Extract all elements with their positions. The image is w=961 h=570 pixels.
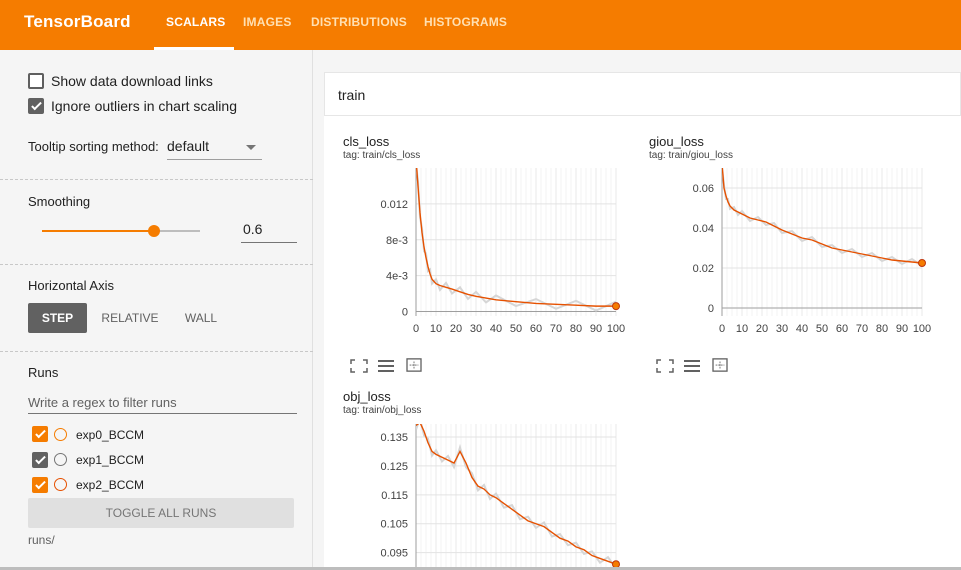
smoothing-slider-fill [42, 230, 154, 232]
tab-histograms[interactable]: HISTOGRAMS [424, 15, 507, 29]
runs-directory: runs/ [28, 533, 55, 547]
x-tick-label: 20 [756, 323, 768, 335]
run-name: exp1_BCCM [76, 453, 145, 467]
fit-domain-icon[interactable] [711, 358, 729, 372]
y-tick-label: 0.095 [380, 548, 408, 560]
horizontal-axis-label: Horizontal Axis [28, 278, 114, 293]
x-tick-label: 0 [413, 323, 419, 335]
x-tick-label: 10 [430, 323, 442, 335]
x-tick-label: 70 [550, 323, 562, 335]
y-tick-label: 4e-3 [386, 271, 408, 283]
y-tick-label: 0.06 [693, 183, 714, 195]
y-tick-label: 0.115 [381, 490, 408, 502]
run-color-swatch[interactable] [54, 478, 67, 491]
checkmark-icon [35, 427, 46, 439]
run-checkbox-exp2[interactable] [32, 477, 48, 493]
y-tick-label: 0.012 [380, 199, 408, 211]
smoothing-input[interactable]: 0.6 [241, 221, 297, 243]
chart-controls [656, 356, 736, 376]
axis-relative-button[interactable]: RELATIVE [98, 303, 162, 333]
checkmark-icon [31, 99, 42, 111]
y-tick-label: 8e-3 [386, 235, 408, 247]
fullscreen-icon[interactable] [656, 359, 674, 373]
x-tick-label: 60 [836, 323, 848, 335]
chart-title-cls-loss: cls_loss [343, 134, 390, 149]
x-tick-label: 20 [450, 323, 462, 335]
x-tick-label: 40 [490, 323, 502, 335]
checkmark-icon [35, 478, 46, 490]
show-download-label: Show data download links [51, 73, 213, 89]
main-panel: train cls_loss tag: train/cls_loss 0 4e-3… [314, 50, 961, 570]
y-tick-label: 0.04 [693, 223, 714, 235]
show-download-checkbox[interactable] [28, 73, 44, 89]
toggle-all-runs-button[interactable]: TOGGLE ALL RUNS [28, 498, 294, 528]
chart-title-obj-loss: obj_loss [343, 389, 391, 404]
obj-loss-chart[interactable]: 0.095 0.105 0.115 0.125 0.135 [338, 422, 638, 570]
fit-domain-icon[interactable] [405, 358, 423, 372]
section-divider [0, 179, 313, 180]
chart-controls [350, 356, 430, 376]
run-name: exp0_BCCM [76, 428, 145, 442]
x-tick-label: 40 [796, 323, 808, 335]
x-tick-label: 80 [570, 323, 582, 335]
chart-tag-giou-loss: tag: train/giou_loss [649, 150, 733, 161]
x-tick-label: 0 [719, 323, 725, 335]
axis-wall-button[interactable]: WALL [176, 303, 226, 333]
y-tick-label: 0.135 [380, 432, 408, 444]
run-color-swatch[interactable] [54, 453, 67, 466]
smoothing-label: Smoothing [28, 194, 91, 209]
x-tick-label: 100 [913, 323, 931, 335]
smoothing-slider-knob[interactable] [148, 225, 160, 237]
run-color-swatch[interactable] [54, 428, 67, 441]
x-tick-label: 50 [816, 323, 828, 335]
top-app-bar: TensorBoard SCALARS IMAGES DISTRIBUTIONS… [0, 0, 961, 50]
tooltip-sorting-label: Tooltip sorting method: [28, 139, 159, 154]
x-tick-label: 10 [736, 323, 748, 335]
y-tick-label: 0.02 [693, 263, 714, 275]
toggle-log-scale-icon[interactable] [377, 359, 395, 373]
chart-tag-obj-loss: tag: train/obj_loss [343, 405, 422, 416]
x-tick-label: 90 [590, 323, 602, 335]
run-checkbox-exp1[interactable] [32, 452, 48, 468]
y-tick-label: 0 [402, 307, 408, 319]
x-tick-label: 30 [470, 323, 482, 335]
x-tick-label: 100 [607, 323, 625, 335]
axis-step-button[interactable]: STEP [28, 303, 87, 333]
tab-scalars[interactable]: SCALARS [166, 15, 225, 29]
tag-group-title: train [338, 87, 366, 103]
tag-group-header[interactable]: train [324, 72, 961, 116]
giou-loss-chart[interactable]: 0 0.02 0.04 0.06 0 10 20 30 40 50 60 70 80 90 100 [644, 168, 944, 358]
y-tick-label: 0 [708, 303, 714, 315]
run-checkbox-exp0[interactable] [32, 426, 48, 442]
runs-filter-input[interactable]: Write a regex to filter runs [28, 392, 297, 414]
last-point-marker [918, 259, 926, 267]
tab-distributions[interactable]: DISTRIBUTIONS [311, 15, 407, 29]
x-tick-label: 60 [530, 323, 542, 335]
chart-title-giou-loss: giou_loss [649, 134, 704, 149]
app-title: TensorBoard [24, 12, 131, 31]
x-tick-label: 30 [776, 323, 788, 335]
sidebar: Show data download links Ignore outliers… [0, 50, 313, 570]
runs-label: Runs [28, 365, 59, 380]
x-tick-label: 80 [876, 323, 888, 335]
y-tick-label: 0.125 [380, 461, 408, 473]
ignore-outliers-checkbox[interactable] [28, 98, 44, 114]
chart-tag-cls-loss: tag: train/cls_loss [343, 150, 421, 161]
run-name: exp2_BCCM [76, 478, 145, 492]
chevron-down-icon[interactable] [246, 145, 256, 150]
fullscreen-icon[interactable] [350, 359, 368, 373]
x-tick-label: 50 [510, 323, 522, 335]
checkmark-icon [35, 453, 46, 465]
toggle-log-scale-icon[interactable] [683, 359, 701, 373]
ignore-outliers-label: Ignore outliers in chart scaling [51, 98, 237, 114]
cls-loss-chart[interactable]: 0 4e-3 8e-3 0.012 0 10 20 30 40 50 60 70 80 90 100 [338, 168, 638, 358]
section-divider [0, 264, 313, 265]
y-tick-label: 0.105 [380, 519, 408, 531]
tab-images[interactable]: IMAGES [243, 15, 292, 29]
x-tick-label: 70 [856, 323, 868, 335]
x-tick-label: 90 [896, 323, 908, 335]
last-point-marker [612, 302, 620, 311]
section-divider [0, 351, 313, 352]
